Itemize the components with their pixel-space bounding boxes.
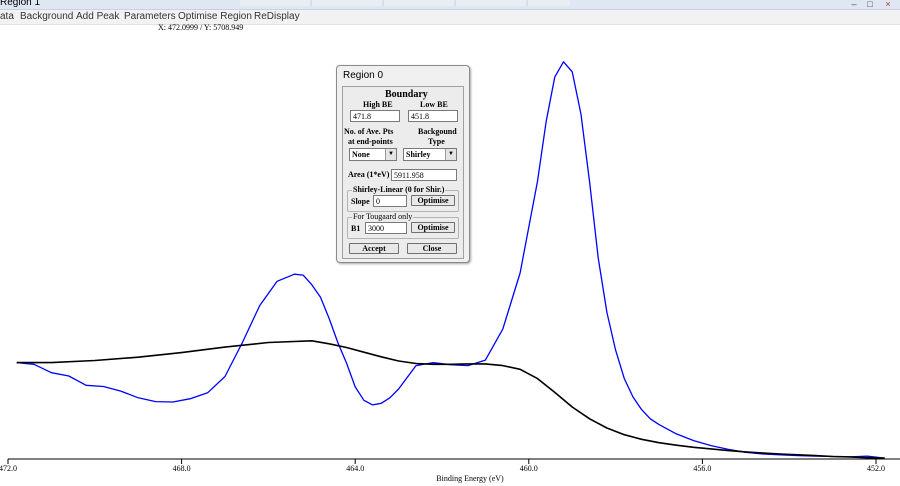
x-axis-label: Binding Energy (eV) [436, 474, 504, 483]
region-dialog: Region 0 Boundary High BE Low BE 471.8 4… [336, 65, 470, 263]
ave-pts-label-2: at end-points [348, 137, 393, 146]
low-be-label: Low BE [420, 100, 448, 109]
bg-type-select[interactable]: Shirley ▼ [403, 148, 457, 161]
ave-pts-value: None [352, 150, 370, 159]
x-tick-label: 452.0 [867, 464, 885, 473]
bg-type-label: Backgound [418, 127, 457, 136]
boundary-panel: Boundary High BE Low BE 471.8 451.8 No. … [342, 86, 464, 259]
ave-pts-label: No. of Ave. Pts [344, 127, 394, 136]
dialog-title: Region 0 [343, 70, 384, 81]
chevron-down-icon[interactable]: ▼ [385, 149, 396, 160]
area-label: Area (1*eV) [348, 170, 390, 179]
accept-button[interactable]: Accept [349, 243, 399, 254]
area-field[interactable]: 5911.958 [391, 169, 457, 181]
shirley-group-label: Shirley-Linear (0 for Shir.) [352, 185, 446, 194]
x-tick-label: 472.0 [0, 464, 17, 473]
x-tick-label: 456.0 [693, 464, 711, 473]
tougaard-group-label: For Tougaard only [352, 212, 414, 221]
low-be-input[interactable]: 451.8 [408, 110, 458, 122]
chevron-down-icon[interactable]: ▼ [445, 149, 456, 160]
x-tick-label: 460.0 [520, 464, 538, 473]
boundary-heading: Boundary [385, 89, 428, 100]
slope-input[interactable]: 0 [373, 195, 407, 207]
b1-label: B1 [351, 224, 361, 233]
optimise-b1-button[interactable]: Optimise [411, 222, 455, 233]
bg-type-label-2: Type [428, 137, 445, 146]
close-button[interactable]: Close [407, 243, 457, 254]
x-tick-label: 468.0 [173, 464, 191, 473]
x-tick-label: 464.0 [346, 464, 364, 473]
ave-pts-select[interactable]: None ▼ [349, 148, 397, 161]
optimise-slope-button[interactable]: Optimise [411, 195, 455, 206]
high-be-label: High BE [363, 100, 393, 109]
bg-type-value: Shirley [406, 150, 431, 159]
high-be-input[interactable]: 471.8 [350, 110, 400, 122]
b1-input[interactable]: 3000 [365, 222, 407, 234]
slope-label: Slope [351, 197, 370, 206]
